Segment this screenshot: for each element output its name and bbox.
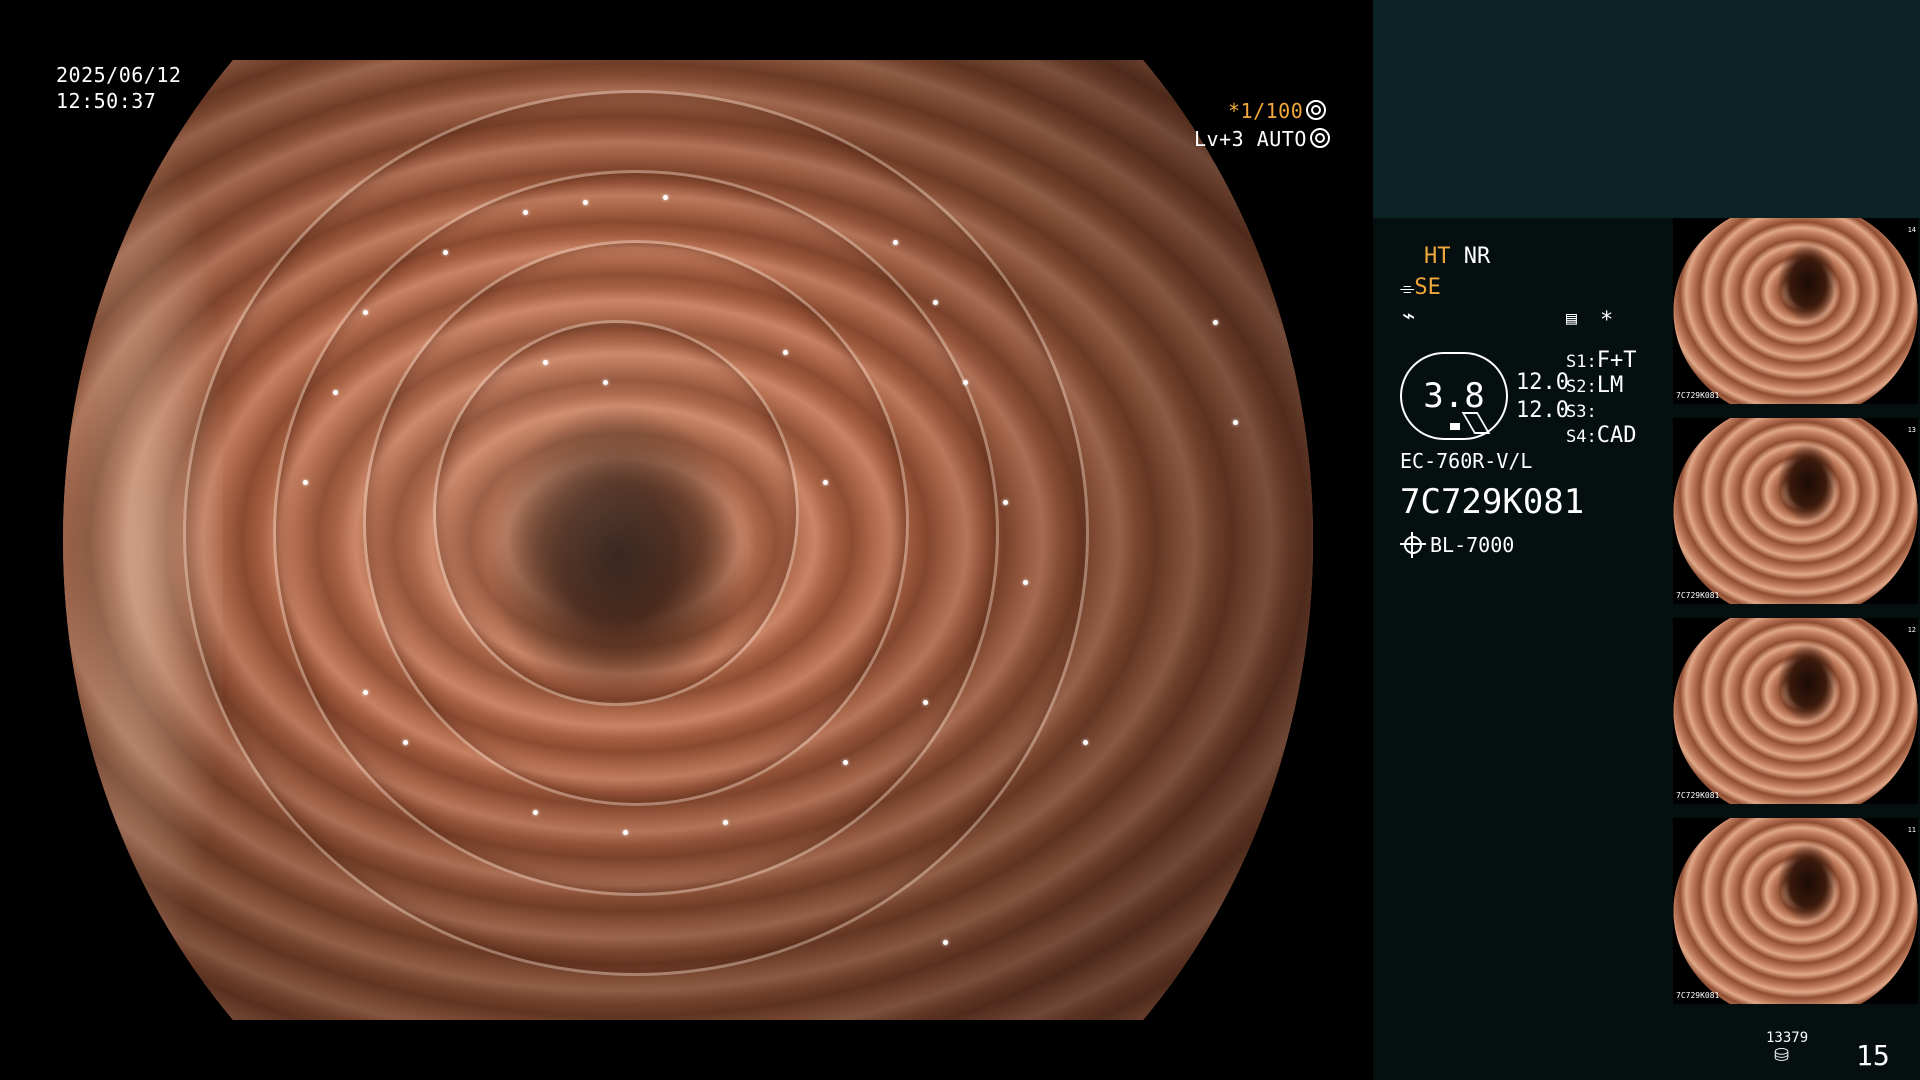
target-icon — [1309, 128, 1330, 148]
ht-indicator: HT — [1424, 244, 1451, 269]
light-source-row: BL-7000 — [1400, 532, 1515, 558]
specular-highlight — [363, 310, 368, 315]
switch-s2-key: S2: — [1566, 377, 1597, 397]
thumbnail[interactable]: 7C729K081 13 — [1673, 418, 1918, 604]
specular-highlight — [1213, 320, 1218, 325]
mucosal-fold — [433, 320, 799, 706]
specular-highlight — [623, 830, 628, 835]
specular-highlight — [1083, 740, 1088, 745]
specular-highlight — [943, 940, 948, 945]
switch-s2: S2:LM — [1566, 373, 1623, 400]
specular-highlight — [363, 690, 368, 695]
switch-s1-value: F+T — [1596, 348, 1637, 373]
specular-highlight — [603, 380, 608, 385]
specular-highlight — [1203, 120, 1208, 125]
specular-highlight — [333, 390, 338, 395]
switch-s4-key: S4: — [1566, 427, 1597, 447]
thumbnail[interactable]: 7C729K081 12 — [1673, 618, 1918, 804]
image-count: 15 — [1856, 1039, 1890, 1072]
value-b: 12.0 — [1516, 398, 1569, 423]
nr-indicator: NR — [1463, 244, 1491, 269]
shutter-speed: *1/100 — [1228, 99, 1304, 123]
light-source-icon — [1400, 532, 1426, 558]
switch-s2-value: LM — [1596, 373, 1624, 398]
zoom-scale-box: 3.8 — [1400, 352, 1508, 440]
specular-highlight — [523, 210, 528, 215]
specular-highlight — [933, 300, 938, 305]
specular-highlight — [663, 195, 668, 200]
thumbnail-code: 7C729K081 — [1676, 791, 1720, 800]
value-a: 12.0 — [1516, 370, 1569, 395]
switch-s3: S3: — [1566, 398, 1597, 425]
zoom-value: 3.8 — [1423, 376, 1485, 416]
panel-header-area — [1373, 0, 1920, 218]
exam-date: 2025/06/12 — [56, 63, 182, 87]
specular-highlight — [583, 200, 588, 205]
scale-bar — [1450, 423, 1460, 430]
specular-highlight — [1023, 580, 1028, 585]
switch-s4: S4:CAD — [1566, 423, 1636, 450]
specular-highlight — [1003, 500, 1008, 505]
se-indicator: SE — [1414, 275, 1441, 300]
thumbnail-code: 7C729K081 — [1676, 391, 1720, 400]
scope-tip-icon: ⌯ — [1400, 278, 1415, 299]
disk-icon: ⛁ — [1774, 1045, 1790, 1066]
storage-count: 13379 — [1766, 1030, 1809, 1046]
menu-box-icon: ▤ — [1566, 308, 1577, 329]
specular-highlight — [723, 820, 728, 825]
specular-highlight — [403, 740, 408, 745]
lightning-icon: ⌁ — [1402, 304, 1416, 329]
switch-s4-value: CAD — [1596, 423, 1637, 448]
specular-highlight — [543, 360, 548, 365]
thumbnail-image — [1673, 418, 1918, 604]
scope-model: EC-760R-V/L — [1400, 449, 1533, 473]
thumbnail-number: 13 — [1907, 426, 1916, 434]
thumbnail[interactable]: 7C729K081 11 — [1673, 818, 1918, 1004]
enhancement-row: HT NR — [1424, 244, 1490, 270]
thumbnail-image — [1673, 618, 1918, 804]
asterisk-indicator: * — [1600, 308, 1614, 333]
thumbnail-number: 12 — [1907, 626, 1916, 634]
thumbnail-code: 7C729K081 — [1676, 991, 1720, 1000]
specular-highlight — [533, 810, 538, 815]
specular-highlight — [843, 760, 848, 765]
exposure-mode: AUTO — [1256, 127, 1307, 151]
light-source-model: BL-7000 — [1430, 533, 1515, 557]
specular-highlight — [303, 480, 308, 485]
se-row: ⌯SE — [1400, 275, 1441, 302]
brightness-indicator: Lv+3 AUTO — [1194, 126, 1330, 152]
shutter-indicator: *1/100 — [1228, 98, 1327, 124]
specular-highlight — [923, 700, 928, 705]
thumbnail-image — [1673, 218, 1918, 404]
specular-highlight — [893, 240, 898, 245]
thumbnail-image — [1673, 818, 1918, 1004]
exam-time: 12:50:37 — [56, 89, 157, 113]
endoscopy-live-image — [63, 60, 1313, 1020]
thumbnail-number: 11 — [1907, 826, 1916, 834]
specular-highlight — [783, 350, 788, 355]
switch-s1: S1:F+T — [1566, 348, 1636, 375]
switch-s1-key: S1: — [1566, 352, 1597, 372]
thumbnail-number: 14 — [1907, 226, 1916, 234]
brightness-level: Lv+3 — [1194, 127, 1245, 151]
thumbnail[interactable]: 7C729K081 14 — [1673, 218, 1918, 404]
scope-serial: 7C729K081 — [1400, 482, 1585, 522]
specular-highlight — [443, 250, 448, 255]
aperture-icon — [1306, 100, 1327, 120]
specular-highlight — [823, 480, 828, 485]
specular-highlight — [1233, 420, 1238, 425]
specular-highlight — [963, 380, 968, 385]
switch-s3-key: S3: — [1566, 402, 1597, 422]
thumbnail-code: 7C729K081 — [1676, 591, 1720, 600]
